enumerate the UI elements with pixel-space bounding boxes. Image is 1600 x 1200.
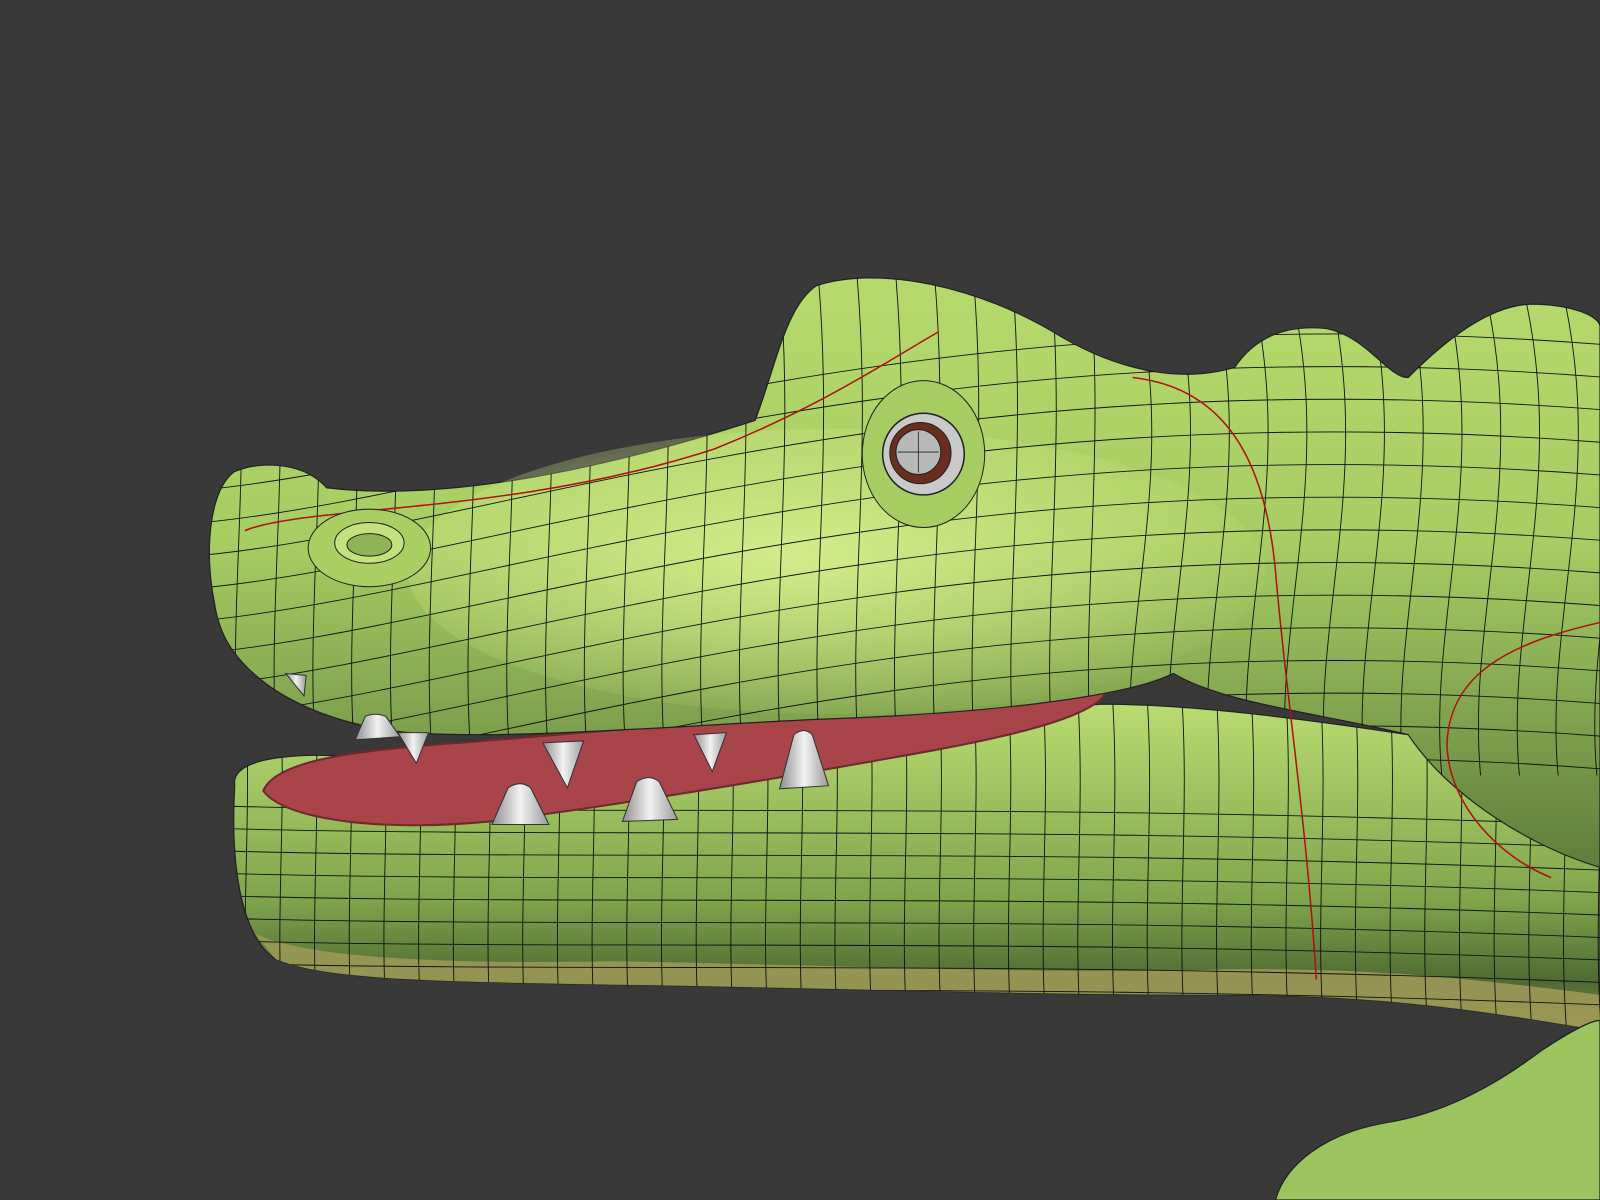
eye <box>861 380 986 529</box>
highlight <box>408 428 1266 715</box>
viewport-render <box>0 0 1600 1200</box>
nostril <box>307 508 432 588</box>
